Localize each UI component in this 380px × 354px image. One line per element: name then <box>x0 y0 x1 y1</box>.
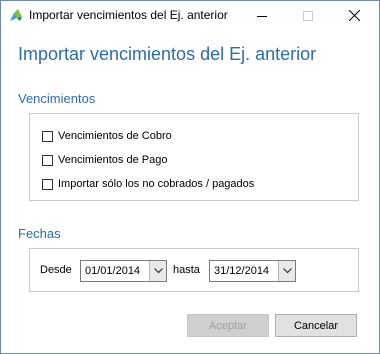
desde-date-value[interactable]: 01/01/2014 <box>81 265 149 277</box>
desde-date-picker[interactable]: 01/01/2014 <box>80 260 167 282</box>
hasta-dropdown-button[interactable] <box>278 261 295 281</box>
minimize-icon <box>257 15 267 17</box>
hasta-date-picker[interactable]: 31/12/2014 <box>209 260 296 282</box>
checkbox-box[interactable] <box>42 178 53 190</box>
vencimientos-group: Vencimientos de Cobro Vencimientos de Pa… <box>29 113 359 201</box>
maximize-icon <box>303 10 313 21</box>
maximize-button <box>285 1 331 30</box>
cancel-button[interactable]: Cancelar <box>275 314 357 337</box>
minimize-button[interactable] <box>239 1 285 30</box>
checkbox-importar-no-cobrados[interactable]: Importar sólo los no cobrados / pagados <box>42 177 254 191</box>
dialog-window: Importar vencimientos del Ej. anterior I… <box>0 0 380 354</box>
hasta-label: hasta <box>173 264 200 276</box>
checkbox-vencimientos-cobro[interactable]: Vencimientos de Cobro <box>42 129 172 143</box>
accept-button[interactable]: Aceptar <box>187 314 269 337</box>
checkbox-label: Importar sólo los no cobrados / pagados <box>58 178 255 190</box>
vencimientos-section-label: Vencimientos <box>18 91 96 106</box>
fechas-group: Desde 01/01/2014 hasta 31/12/2014 <box>29 248 359 292</box>
checkbox-box[interactable] <box>42 130 53 142</box>
checkbox-label: Vencimientos de Pago <box>58 154 168 166</box>
chevron-down-icon <box>282 268 292 274</box>
window-title: Importar vencimientos del Ej. anterior <box>29 8 228 22</box>
fechas-section-label: Fechas <box>18 226 61 241</box>
checkbox-vencimientos-pago[interactable]: Vencimientos de Pago <box>42 153 167 167</box>
chevron-down-icon <box>153 268 163 274</box>
desde-dropdown-button[interactable] <box>149 261 166 281</box>
title-bar[interactable]: Importar vencimientos del Ej. anterior <box>1 1 379 30</box>
hasta-date-value[interactable]: 31/12/2014 <box>210 265 278 277</box>
app-logo-icon <box>9 8 23 22</box>
checkbox-box[interactable] <box>42 154 53 166</box>
page-title: Importar vencimientos del Ej. anterior <box>18 44 317 64</box>
close-icon <box>348 10 360 21</box>
desde-label: Desde <box>40 264 72 276</box>
close-button[interactable] <box>331 1 377 30</box>
checkbox-label: Vencimientos de Cobro <box>58 130 172 142</box>
